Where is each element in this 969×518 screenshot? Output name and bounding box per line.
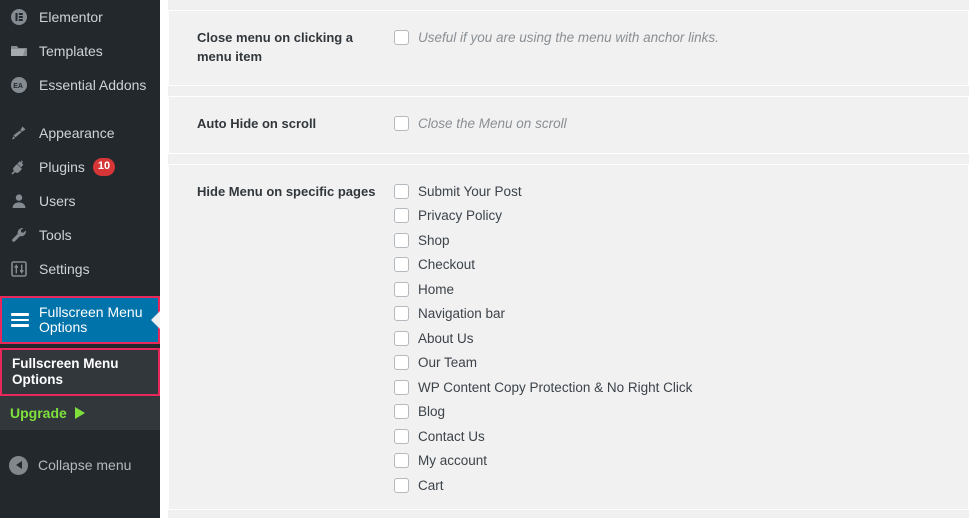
- page-label: Checkout: [418, 257, 476, 273]
- page-label: Blog: [418, 404, 446, 420]
- page-label: Our Team: [418, 355, 478, 371]
- page-label: Home: [418, 281, 455, 297]
- sidebar-item-fullscreen-menu-options[interactable]: Fullscreen Menu Options: [2, 298, 160, 342]
- submenu-item-upgrade[interactable]: Upgrade: [0, 396, 160, 430]
- auto-hide-on-scroll-checkbox[interactable]: [394, 115, 409, 131]
- list-item[interactable]: My account: [394, 452, 948, 469]
- close-menu-on-click-checkbox[interactable]: [394, 30, 409, 45]
- sidebar-item-elementor[interactable]: Elementor: [0, 0, 160, 34]
- svg-text:EA: EA: [13, 83, 23, 90]
- arrow-right-icon: [74, 407, 85, 419]
- page-checkbox[interactable]: [394, 379, 409, 395]
- active-pointer-arrow-icon: [151, 311, 160, 329]
- user-icon: [9, 191, 29, 211]
- page-label: Privacy Policy: [418, 208, 503, 224]
- sidebar-item-settings[interactable]: Settings: [0, 252, 160, 286]
- page-label: Navigation bar: [418, 306, 506, 322]
- page-label: Shop: [418, 232, 450, 248]
- collapse-menu-button[interactable]: Collapse menu: [0, 448, 160, 482]
- submenu-item-fullscreen-menu-options-highlight: Fullscreen Menu Options: [0, 348, 160, 396]
- page-label: My account: [418, 453, 488, 469]
- sidebar-item-essential-addons[interactable]: EA Essential Addons: [0, 68, 160, 102]
- pages-checkbox-list: Submit Your Post Privacy Policy Shop Che…: [394, 183, 968, 502]
- setting-field: Useful if you are using the menu with an…: [394, 29, 968, 67]
- list-item[interactable]: Contact Us: [394, 428, 948, 445]
- sidebar-item-label: Tools: [39, 226, 72, 243]
- page-label: WP Content Copy Protection & No Right Cl…: [418, 379, 693, 395]
- sidebar-item-label: Templates: [39, 42, 103, 59]
- page-label: Cart: [418, 477, 444, 493]
- page-checkbox[interactable]: [394, 232, 409, 248]
- admin-screen: Elementor Templates EA Essential Addons …: [0, 0, 969, 518]
- list-item[interactable]: Checkout: [394, 256, 948, 273]
- page-checkbox[interactable]: [394, 257, 409, 273]
- submenu-item-label[interactable]: Fullscreen Menu Options: [12, 356, 148, 388]
- setting-row-close-menu-on-click: Close menu on clicking a menu item Usefu…: [168, 10, 969, 86]
- list-item[interactable]: WP Content Copy Protection & No Right Cl…: [394, 379, 948, 396]
- settings-content: Close menu on clicking a menu item Usefu…: [160, 0, 969, 518]
- list-item[interactable]: Navigation bar: [394, 305, 948, 322]
- essential-addons-icon: EA: [9, 75, 29, 95]
- page-checkbox[interactable]: [394, 208, 409, 224]
- sidebar-item-templates[interactable]: Templates: [0, 34, 160, 68]
- list-item[interactable]: Our Team: [394, 354, 948, 371]
- sidebar-item-label: Appearance: [39, 124, 115, 141]
- setting-label: Close menu on clicking a menu item: [197, 30, 354, 64]
- page-checkbox[interactable]: [394, 183, 409, 199]
- setting-row-auto-hide-on-scroll: Auto Hide on scroll Close the Menu on sc…: [168, 95, 969, 154]
- page-checkbox[interactable]: [394, 281, 409, 297]
- checkbox-row[interactable]: Close the Menu on scroll: [394, 115, 948, 132]
- wrench-icon: [9, 225, 29, 245]
- page-label: Submit Your Post: [418, 183, 522, 199]
- list-item[interactable]: Privacy Policy: [394, 207, 948, 224]
- sidebar-item-users[interactable]: Users: [0, 184, 160, 218]
- sidebar-item-fullscreen-menu-options-highlight: Fullscreen Menu Options: [0, 296, 160, 344]
- collapse-menu-label: Collapse menu: [38, 457, 132, 473]
- elementor-icon: [9, 7, 29, 27]
- page-checkbox[interactable]: [394, 330, 409, 346]
- plug-icon: [9, 157, 29, 177]
- page-checkbox[interactable]: [394, 355, 409, 371]
- chevron-left-circle-icon: [9, 455, 28, 475]
- checkbox-label: Close the Menu on scroll: [418, 115, 567, 131]
- sidebar-item-label: Plugins: [39, 158, 85, 175]
- sliders-icon: [9, 259, 29, 279]
- sidebar-item-label: Users: [39, 192, 76, 209]
- sidebar-item-label: Elementor: [39, 8, 103, 25]
- sidebar-item-plugins[interactable]: Plugins 10: [0, 150, 160, 184]
- sidebar-item-appearance[interactable]: Appearance: [0, 116, 160, 150]
- setting-field: Close the Menu on scroll: [394, 115, 968, 135]
- setting-label: Hide Menu on specific pages: [197, 183, 376, 199]
- sidebar-item-label: Settings: [39, 260, 90, 277]
- list-item[interactable]: Blog: [394, 403, 948, 420]
- setting-label: Auto Hide on scroll: [197, 115, 317, 131]
- setting-row-hide-menu-on-pages: Hide Menu on specific pages Submit Your …: [168, 163, 969, 511]
- sidebar-item-label: Essential Addons: [39, 76, 147, 93]
- list-item[interactable]: Home: [394, 281, 948, 298]
- settings-panels: Close menu on clicking a menu item Usefu…: [168, 0, 969, 518]
- list-item[interactable]: Shop: [394, 232, 948, 249]
- list-item[interactable]: Submit Your Post: [394, 183, 948, 200]
- admin-sidebar: Elementor Templates EA Essential Addons …: [0, 0, 160, 518]
- page-label: Contact Us: [418, 428, 485, 444]
- list-item[interactable]: About Us: [394, 330, 948, 347]
- plugins-update-badge: 10: [92, 158, 116, 176]
- sidebar-item-label: Fullscreen Menu Options: [39, 304, 143, 335]
- page-checkbox[interactable]: [394, 477, 409, 493]
- checkbox-label: Useful if you are using the menu with an…: [418, 30, 719, 45]
- sidebar-item-tools[interactable]: Tools: [0, 218, 160, 252]
- folder-icon: [9, 41, 29, 61]
- page-checkbox[interactable]: [394, 306, 409, 322]
- checkbox-row[interactable]: Useful if you are using the menu with an…: [394, 29, 948, 46]
- upgrade-label: Upgrade: [10, 405, 67, 421]
- page-checkbox[interactable]: [394, 404, 409, 420]
- page-checkbox[interactable]: [394, 453, 409, 469]
- sidebar-separator: [0, 102, 160, 116]
- page-label: About Us: [418, 330, 474, 346]
- paintbrush-icon: [9, 123, 29, 143]
- page-checkbox[interactable]: [394, 428, 409, 444]
- list-item[interactable]: Cart: [394, 477, 948, 494]
- hamburger-icon: [11, 310, 29, 330]
